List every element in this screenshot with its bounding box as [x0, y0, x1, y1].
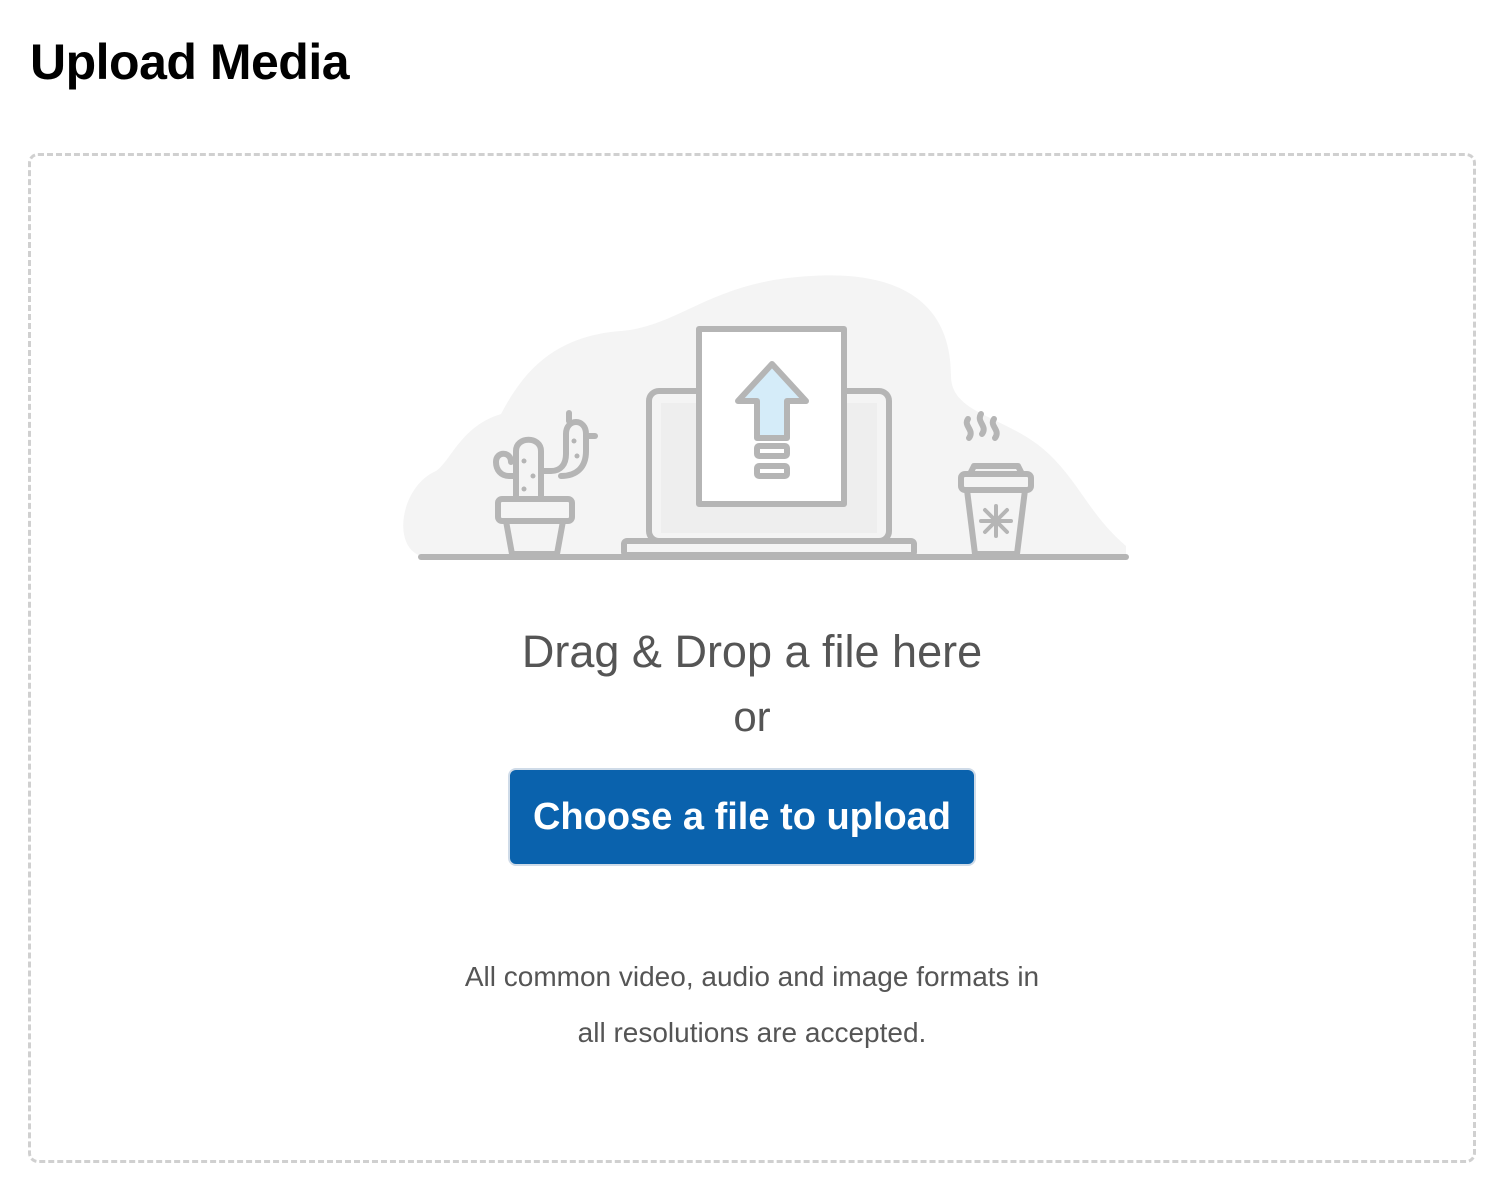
or-separator-text: or	[733, 693, 771, 740]
choose-file-button[interactable]: Choose a file to upload	[508, 768, 976, 866]
upload-illustration-icon	[403, 275, 1129, 560]
page-title: Upload Media	[30, 34, 350, 90]
upload-dropzone[interactable]: Drag & Drop a file here or Choose a file…	[28, 153, 1476, 1163]
document-icon	[696, 326, 847, 507]
accepted-formats-note: All common video, audio and image format…	[31, 949, 1473, 1061]
accepted-formats-line-2: all resolutions are accepted.	[577, 1017, 927, 1048]
drag-drop-text: Drag & Drop a file here	[521, 626, 983, 677]
accepted-formats-line-1: All common video, audio and image format…	[464, 961, 1040, 992]
